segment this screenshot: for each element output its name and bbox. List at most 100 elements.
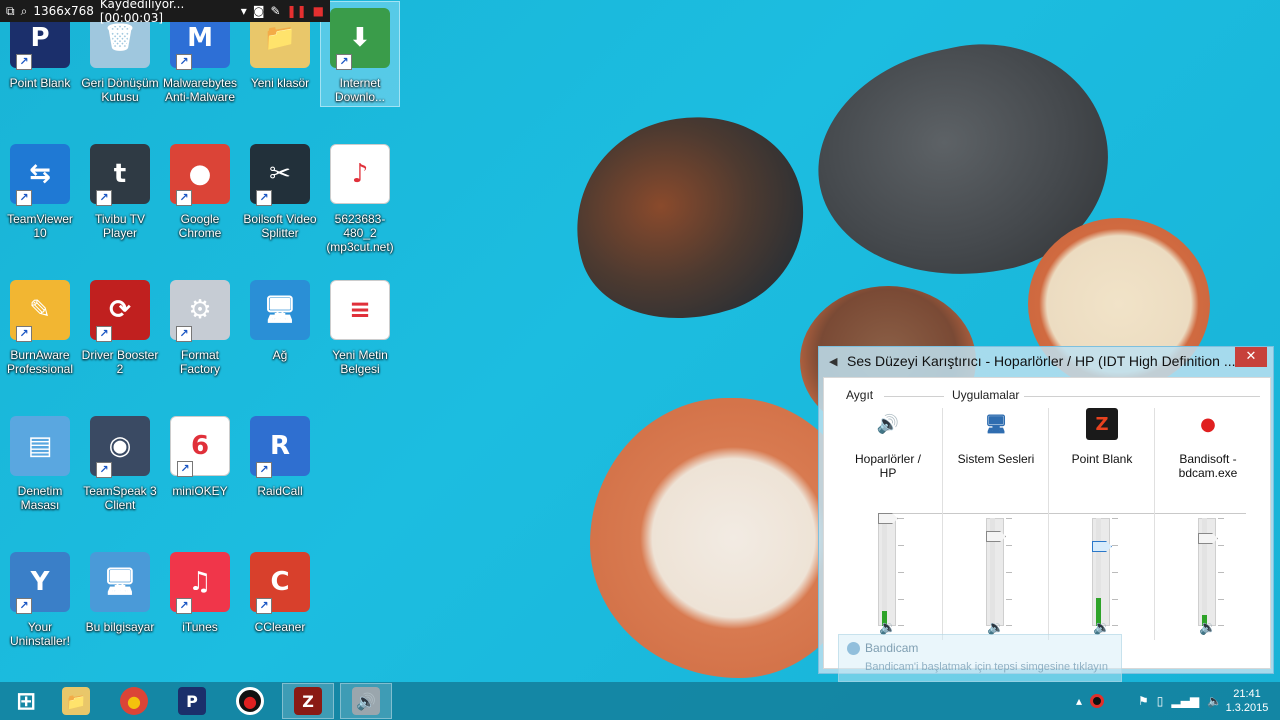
bandicam-icon: ● (236, 687, 264, 715)
desktop-icon-label: Your Uninstaller! (9, 620, 71, 648)
desktop-icon-label: Boilsoft Video Splitter (243, 212, 317, 240)
volume-slider-track[interactable] (1092, 518, 1110, 626)
action-center-icon[interactable]: ⚑ (1138, 694, 1149, 708)
desktop-icon-idm[interactable]: ⬇ ↗ Internet Downlo... (320, 1, 400, 107)
desktop-icon-label: RaidCall (257, 484, 303, 498)
shortcut-arrow-icon: ↗ (16, 54, 32, 70)
clock-time: 21:41 (1233, 688, 1261, 700)
pencil-icon[interactable]: ✎ (270, 4, 280, 18)
desktop-icon-label: Bu bilgisayar (85, 620, 155, 634)
system-sounds-icon[interactable]: 🖥 (980, 408, 1012, 440)
recording-resolution: 1366x768 (33, 4, 94, 18)
desktop-icon-burnaware[interactable]: ✎ ↗ BurnAware Professional (1, 274, 79, 400)
system-tray: ▴ ⚑ ▯ ▂▄▆ 🔈 (1076, 682, 1222, 720)
desktop-icon-tivibu[interactable]: t ↗ Tivibu TV Player (81, 138, 159, 264)
desktop-icon-label: 5623683-480_2 (mp3cut.net) (326, 212, 394, 254)
channel-name: Bandisoft - bdcam.exe (1178, 452, 1238, 480)
desktop-icon-video-splitter[interactable]: ✂ ↗ Boilsoft Video Splitter (241, 138, 319, 264)
control-panel-icon: ▤ (10, 416, 70, 476)
desktop-icon-control-panel[interactable]: ▤ Denetim Masası (1, 410, 79, 536)
camera-icon[interactable]: ◙ (253, 4, 265, 18)
text-document-icon: ≡ (330, 280, 390, 340)
clock[interactable]: 21:41 1.3.2015 (1222, 687, 1272, 715)
desktop-icon-network[interactable]: 🖥 Ağ (241, 274, 319, 400)
speakers-icon[interactable]: 🔊 (872, 408, 904, 440)
network-signal-icon[interactable]: ▂▄▆ (1171, 694, 1199, 708)
mixer-channel: ● Bandisoft - bdcam.exe 🔉 (1156, 408, 1260, 640)
file-explorer-icon: 📁 (62, 687, 90, 715)
window-mode-icon[interactable]: ⧉ (6, 4, 15, 19)
shortcut-arrow-icon: ↗ (176, 598, 192, 614)
shortcut-arrow-icon: ↗ (96, 326, 112, 342)
notification-text: Bandicam'i başlatmak için tepsi simgesin… (865, 661, 1108, 673)
desktop-icon-format-factory[interactable]: ⚙ ↗ Format Factory (161, 274, 239, 400)
desktop-icon-label: Ağ (272, 348, 288, 362)
desktop-icon-m4r-file[interactable]: ♪ 5623683-480_2 (mp3cut.net) (321, 138, 399, 264)
point-blank-icon: P (178, 687, 206, 715)
burnaware-icon: ✎ ↗ (10, 280, 70, 342)
battery-icon[interactable]: ▯ (1157, 694, 1164, 708)
taskbar-start-button[interactable]: ⊞ (0, 683, 52, 719)
chevron-down-icon[interactable]: ▾ (241, 4, 247, 18)
shortcut-arrow-icon: ↗ (256, 190, 272, 206)
show-hidden-icons-icon[interactable]: ▴ (1076, 694, 1082, 708)
shortcut-arrow-icon: ↗ (256, 598, 272, 614)
ccleaner-icon: C ↗ (250, 552, 310, 614)
shortcut-arrow-icon: ↗ (336, 54, 352, 70)
desktop-icon-label: Malwarebytes Anti-Malware (162, 76, 238, 104)
slider-ticks (1112, 518, 1122, 626)
desktop-icon-teamviewer[interactable]: ⇆ ↗ TeamViewer 10 (1, 138, 79, 264)
taskbar-point-blank-game[interactable]: Z (282, 683, 334, 719)
divider (884, 396, 944, 397)
desktop-icon-chrome[interactable]: ● ↗ Google Chrome (161, 138, 239, 264)
peak-meter (882, 518, 887, 626)
bandicam-icon[interactable]: ● (1192, 408, 1224, 440)
your-uninstaller-icon: Y ↗ (10, 552, 70, 614)
divider (942, 408, 943, 640)
volume-icon[interactable]: 🔈 (1207, 694, 1222, 708)
mute-speaker-icon[interactable]: 🔉 (1198, 620, 1218, 636)
slider-ticks (1006, 518, 1016, 626)
desktop-icon-teamspeak[interactable]: ◉ ↗ TeamSpeak 3 Client (81, 410, 159, 536)
speaker-icon: ◀ (829, 355, 838, 368)
recording-toolbar: ⧉ ⌕ 1366x768 Kaydediliyor... [00:00:03] … (0, 0, 330, 25)
desktop-icon-label: miniOKEY (172, 484, 228, 498)
close-button[interactable]: ✕ (1235, 347, 1267, 367)
peak-meter (1096, 518, 1101, 626)
desktop-icon-label: Yeni Metin Belgesi (332, 348, 388, 376)
taskbar-volume-mixer[interactable]: 🔊 (340, 683, 392, 719)
volume-slider-track[interactable] (878, 518, 896, 626)
desktop-icon-label: Format Factory (179, 348, 220, 376)
desktop-icon-text-document[interactable]: ≡ Yeni Metin Belgesi (321, 274, 399, 400)
taskbar-file-explorer[interactable]: 📁 (50, 683, 102, 719)
raidcall-icon: R ↗ (250, 416, 310, 478)
stop-icon[interactable]: ■ (313, 4, 324, 18)
start-button-icon: ⊞ (15, 687, 37, 715)
window-title-bar[interactable]: ◀ Ses Düzeyi Karıştırıcı - Hoparlörler /… (819, 347, 1273, 377)
taskbar-chrome[interactable]: ● (108, 683, 160, 719)
search-icon[interactable]: ⌕ (21, 4, 28, 19)
shortcut-arrow-icon: ↗ (176, 190, 192, 206)
desktop-icon-driver-booster[interactable]: ⟳ ↗ Driver Booster 2 (81, 274, 159, 400)
desktop-icon-label: Denetim Masası (17, 484, 63, 512)
desktop-icon-itunes[interactable]: ♫ ↗ iTunes (161, 546, 239, 672)
desktop-icon-label: iTunes (182, 620, 218, 634)
pause-icon[interactable]: ❚❚ (287, 4, 307, 18)
point-blank-game-icon: Z (294, 687, 322, 715)
desktop-icon-ccleaner[interactable]: C ↗ CCleaner (241, 546, 319, 672)
desktop-icon-miniokey[interactable]: 6 ↗ miniOKEY (161, 410, 239, 536)
shortcut-arrow-icon: ↗ (256, 462, 272, 478)
bandicam-tray-icon[interactable] (1090, 694, 1105, 708)
point-blank-icon[interactable]: Z (1086, 408, 1118, 440)
bandicam-notification[interactable]: Bandicam Bandicam'i başlatmak için tepsi… (838, 634, 1122, 682)
taskbar-point-blank[interactable]: P (166, 683, 218, 719)
taskbar-bandicam[interactable]: ● (224, 683, 276, 719)
mixer-channel: 🖥 Sistem Sesleri 🔉 (944, 408, 1048, 640)
desktop-icon-label: CCleaner (254, 620, 306, 634)
desktop-icon-this-pc[interactable]: 🖥 Bu bilgisayar (81, 546, 159, 672)
desktop-icon-label: Yeni klasör (250, 76, 310, 90)
desktop-icon-your-uninstaller[interactable]: Y ↗ Your Uninstaller! (1, 546, 79, 672)
tivibu-icon: t ↗ (90, 144, 150, 206)
mixer-channel: 🔊 Hoparlörler / HP 🔉 (836, 408, 940, 640)
desktop-icon-raidcall[interactable]: R ↗ RaidCall (241, 410, 319, 536)
